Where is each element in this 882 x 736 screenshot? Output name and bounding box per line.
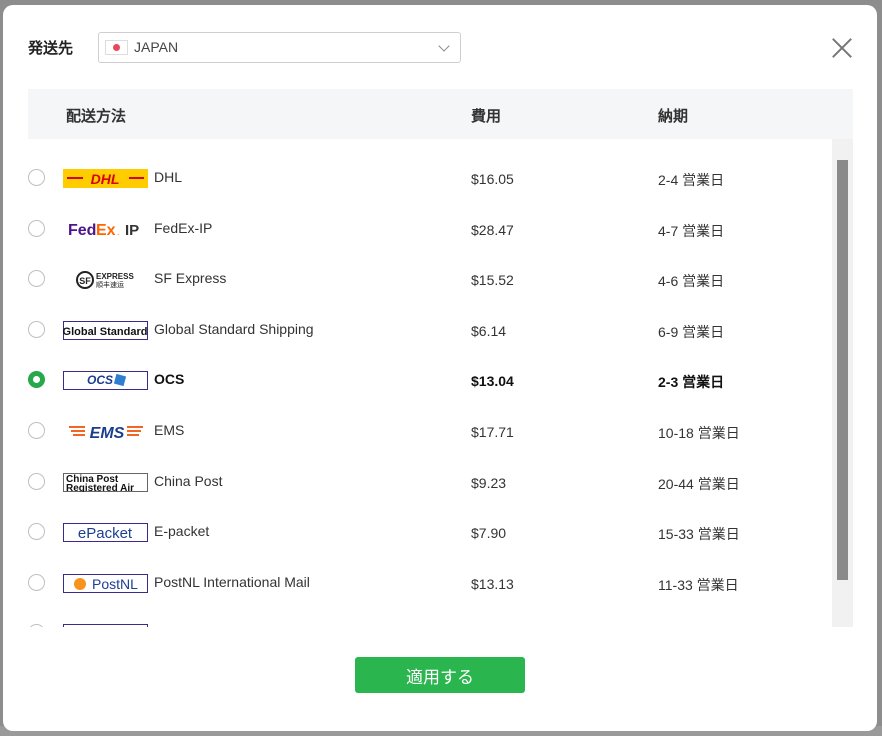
radio-button[interactable] xyxy=(28,219,45,237)
method-cost: Contact us for more shipping methods xyxy=(471,626,708,627)
method-delivery-time: 2-3 営業日 xyxy=(658,374,725,391)
radio-button[interactable] xyxy=(28,624,45,627)
shipping-option-row[interactable]: OCSOCSOCS$13.042-3 営業日 xyxy=(28,342,828,392)
svg-text:ePacket: ePacket xyxy=(78,525,133,542)
svg-text:DHL: DHL xyxy=(91,171,120,187)
method-name: EMS xyxy=(154,422,185,438)
shipping-method-list: DHLDHLDHL$16.052-4 営業日FedEx.IPFedEx IPFe… xyxy=(28,139,853,627)
shipping-option-row[interactable]: DHLDHLDHL$16.052-4 営業日 xyxy=(28,140,828,190)
method-delivery-time: 4-7 営業日 xyxy=(658,222,725,239)
country-select[interactable]: JAPAN xyxy=(98,31,461,63)
method-name: DHL xyxy=(154,169,183,185)
svg-text:SF: SF xyxy=(79,276,91,286)
method-name: FedEx-IP xyxy=(154,219,213,236)
carrier-logo: PostNLPostNL xyxy=(63,573,148,593)
method-delivery-time: 11-33 営業日 xyxy=(658,576,739,593)
svg-text:.: . xyxy=(117,227,120,237)
carrier-logo xyxy=(63,624,148,627)
radio-button[interactable] xyxy=(28,270,45,288)
svg-text:順丰速运: 順丰速运 xyxy=(96,280,124,289)
carrier-logo: Global StandardGlobal Standard xyxy=(63,320,148,340)
carrier-logo: DHLDHL xyxy=(63,169,148,188)
radio-button[interactable] xyxy=(28,422,45,439)
radio-button[interactable] xyxy=(28,169,45,186)
radio-button[interactable] xyxy=(28,573,45,591)
carrier-logo: China PostRegistered AirChina Post Regis… xyxy=(63,472,148,492)
shipping-option-row[interactable]: PostNLPostNL PostNL International Mail $13… xyxy=(28,545,828,595)
close-icon[interactable] xyxy=(831,37,853,59)
svg-text:Fed: Fed xyxy=(68,222,96,239)
svg-text:EMS: EMS xyxy=(90,425,125,441)
apply-button[interactable]: 適用する xyxy=(355,657,525,693)
japan-flag-icon xyxy=(105,39,128,55)
svg-text:Registered Air: Registered Air xyxy=(66,483,134,492)
country-value: JAPAN xyxy=(134,39,179,55)
method-delivery-time: 4-6 営業日 xyxy=(658,273,725,290)
method-cost: $17.71 xyxy=(471,424,514,440)
method-cost: $7.90 xyxy=(471,525,507,542)
svg-text:PostNL: PostNL xyxy=(92,576,138,592)
shipping-option-row[interactable]: ePacketePacket E-packet $7.90 15-33 営業日 xyxy=(28,494,828,544)
method-cost: $9.23 xyxy=(471,474,507,491)
method-name: China Post xyxy=(154,472,223,489)
radio-button[interactable] xyxy=(28,523,45,541)
method-name: PostNL International Mail xyxy=(154,573,310,590)
method-delivery-time: 2-4 営業日 xyxy=(658,172,725,188)
destination-row: 発送先 JAPAN xyxy=(28,31,461,63)
shipping-method-dialog: 発送先 JAPAN 配送方法 費用 納期 DHLDHLDHL$16.052-4 … xyxy=(3,5,877,731)
svg-text:OCS: OCS xyxy=(87,373,113,387)
radio-button[interactable] xyxy=(28,320,45,338)
destination-label: 発送先 xyxy=(28,39,74,57)
shipping-option-row[interactable]: China PostRegistered AirChina Post Regis… xyxy=(28,444,828,494)
header-delivery: 納期 xyxy=(658,108,689,125)
method-delivery-time: 6-9 営業日 xyxy=(658,323,725,340)
method-cost: $13.04 xyxy=(471,373,514,390)
header-cost: 費用 xyxy=(471,108,502,125)
carrier-logo: ePacketePacket xyxy=(63,523,148,543)
method-name: E-packet xyxy=(154,523,210,540)
chevron-down-icon xyxy=(438,39,450,52)
radio-button[interactable] xyxy=(28,472,45,490)
shipping-option-row[interactable]: Global StandardGlobal StandardGlobal Sta… xyxy=(28,292,828,342)
method-name: Other shipping xyxy=(154,624,245,627)
method-delivery-time: 20-44 営業日 xyxy=(658,475,740,492)
method-delivery-time: 10-18 営業日 xyxy=(658,425,740,441)
method-cost: $15.52 xyxy=(471,272,514,289)
method-name: OCS xyxy=(154,371,185,388)
carrier-logo: SFEXPRESS順丰速运SF EXPRESS 順丰速运 xyxy=(63,270,148,290)
carrier-logo: FedEx.IPFedEx IP xyxy=(63,220,148,239)
shipping-option-row[interactable]: FedEx.IPFedEx IPFedEx-IP$28.474-7 営業日 xyxy=(28,191,828,241)
scrollbar[interactable] xyxy=(832,139,853,627)
svg-text:Global Standard: Global Standard xyxy=(63,326,147,338)
svg-text:IP: IP xyxy=(125,222,139,239)
table-header: 配送方法 費用 納期 xyxy=(28,89,853,139)
method-cost: $16.05 xyxy=(471,171,514,187)
method-delivery-time: 15-33 営業日 xyxy=(658,526,740,543)
method-cost: $28.47 xyxy=(471,221,514,238)
method-cost: $6.14 xyxy=(471,322,507,339)
shipping-option-row[interactable]: EMSEMSEMS$17.7110-18 営業日 xyxy=(28,393,828,443)
svg-text:EXPRESS: EXPRESS xyxy=(96,272,134,281)
carrier-logo: EMSEMS xyxy=(63,422,148,441)
radio-selected[interactable] xyxy=(28,371,45,389)
carrier-logo: OCSOCS xyxy=(63,371,148,391)
shipping-option-row[interactable]: SFEXPRESS順丰速运SF EXPRESS 順丰速运SF Express$1… xyxy=(28,241,828,291)
svg-text:Ex: Ex xyxy=(96,222,116,239)
header-method: 配送方法 xyxy=(66,108,127,125)
shipping-option-row[interactable]: Other shipping Contact us for more shippi… xyxy=(28,595,828,627)
method-cost: $13.13 xyxy=(471,575,514,592)
method-name: Global Standard Shipping xyxy=(154,320,314,337)
method-name: SF Express xyxy=(154,270,227,287)
scrollbar-thumb[interactable] xyxy=(837,160,848,580)
